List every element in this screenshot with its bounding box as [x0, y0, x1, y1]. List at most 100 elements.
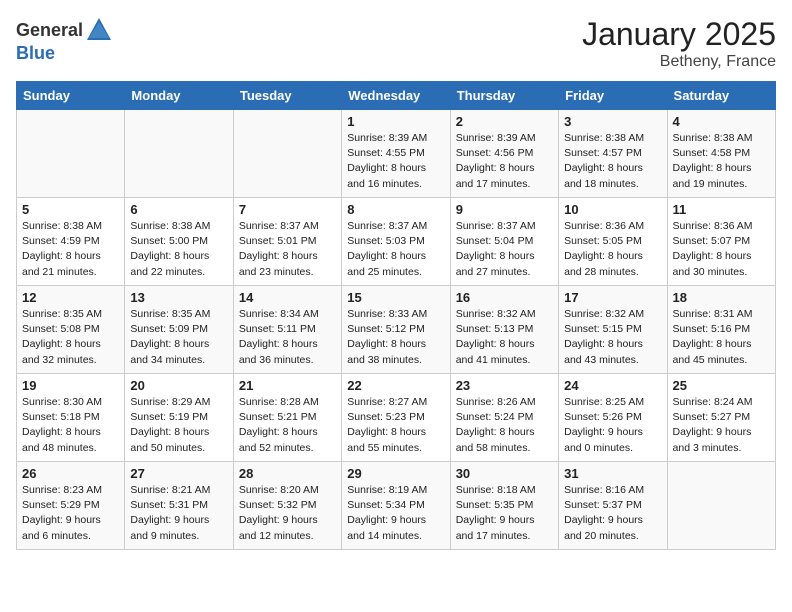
day-number: 6 [130, 202, 227, 217]
calendar-cell: 11 Sunrise: 8:36 AM Sunset: 5:07 PM Dayli… [667, 198, 775, 286]
calendar-cell: 3 Sunrise: 8:38 AM Sunset: 4:57 PM Daylig… [559, 110, 667, 198]
day-number: 31 [564, 466, 661, 481]
page-subtitle: Betheny, France [582, 53, 776, 71]
day-number: 16 [456, 290, 553, 305]
day-number: 3 [564, 114, 661, 129]
day-number: 21 [239, 378, 336, 393]
day-number: 8 [347, 202, 444, 217]
calendar-cell [17, 110, 125, 198]
header-friday: Friday [559, 82, 667, 110]
calendar-cell: 8 Sunrise: 8:37 AM Sunset: 5:03 PM Daylig… [342, 198, 450, 286]
calendar-cell [125, 110, 233, 198]
day-info: Sunrise: 8:37 AM Sunset: 5:03 PM Dayligh… [347, 220, 427, 278]
day-info: Sunrise: 8:29 AM Sunset: 5:19 PM Dayligh… [130, 396, 210, 454]
logo: General Blue [16, 16, 113, 64]
calendar-week-row: 12 Sunrise: 8:35 AM Sunset: 5:08 PM Dayli… [17, 286, 776, 374]
day-info: Sunrise: 8:31 AM Sunset: 5:16 PM Dayligh… [673, 308, 753, 366]
day-number: 12 [22, 290, 119, 305]
header: General Blue January 2025 Betheny, Franc… [16, 16, 776, 71]
header-thursday: Thursday [450, 82, 558, 110]
calendar-table: Sunday Monday Tuesday Wednesday Thursday… [16, 81, 776, 550]
day-number: 27 [130, 466, 227, 481]
calendar-cell: 28 Sunrise: 8:20 AM Sunset: 5:32 PM Dayli… [233, 462, 341, 550]
day-info: Sunrise: 8:35 AM Sunset: 5:08 PM Dayligh… [22, 308, 102, 366]
day-number: 24 [564, 378, 661, 393]
day-info: Sunrise: 8:34 AM Sunset: 5:11 PM Dayligh… [239, 308, 319, 366]
day-number: 25 [673, 378, 770, 393]
day-info: Sunrise: 8:18 AM Sunset: 5:35 PM Dayligh… [456, 484, 536, 542]
day-number: 1 [347, 114, 444, 129]
day-info: Sunrise: 8:20 AM Sunset: 5:32 PM Dayligh… [239, 484, 319, 542]
day-number: 13 [130, 290, 227, 305]
day-number: 11 [673, 202, 770, 217]
day-info: Sunrise: 8:32 AM Sunset: 5:15 PM Dayligh… [564, 308, 644, 366]
logo-general: General [16, 21, 83, 39]
day-number: 7 [239, 202, 336, 217]
day-info: Sunrise: 8:30 AM Sunset: 5:18 PM Dayligh… [22, 396, 102, 454]
day-number: 23 [456, 378, 553, 393]
calendar-cell: 2Sunrise: 8:39 AM Sunset: 4:56 PM Daylig… [450, 110, 558, 198]
day-number: 19 [22, 378, 119, 393]
calendar-cell: 14 Sunrise: 8:34 AM Sunset: 5:11 PM Dayli… [233, 286, 341, 374]
calendar-cell: 24 Sunrise: 8:25 AM Sunset: 5:26 PM Dayli… [559, 374, 667, 462]
calendar-cell: 6 Sunrise: 8:38 AM Sunset: 5:00 PM Daylig… [125, 198, 233, 286]
page-title: January 2025 [582, 16, 776, 53]
calendar-cell: 26 Sunrise: 8:23 AM Sunset: 5:29 PM Dayli… [17, 462, 125, 550]
calendar-cell: 5Sunrise: 8:38 AM Sunset: 4:59 PM Daylig… [17, 198, 125, 286]
page-container: General Blue January 2025 Betheny, Franc… [0, 0, 792, 558]
header-wednesday: Wednesday [342, 82, 450, 110]
day-number: 17 [564, 290, 661, 305]
calendar-cell [233, 110, 341, 198]
calendar-week-row: 1 Sunrise: 8:39 AM Sunset: 4:55 PM Daylig… [17, 110, 776, 198]
day-info: Sunrise: 8:36 AM Sunset: 5:05 PM Dayligh… [564, 220, 644, 278]
calendar-cell: 9Sunrise: 8:37 AM Sunset: 5:04 PM Daylig… [450, 198, 558, 286]
calendar-cell: 29Sunrise: 8:19 AM Sunset: 5:34 PM Dayli… [342, 462, 450, 550]
day-info: Sunrise: 8:38 AM Sunset: 5:00 PM Dayligh… [130, 220, 210, 278]
calendar-cell: 15Sunrise: 8:33 AM Sunset: 5:12 PM Dayli… [342, 286, 450, 374]
calendar-cell: 10Sunrise: 8:36 AM Sunset: 5:05 PM Dayli… [559, 198, 667, 286]
calendar-cell: 17 Sunrise: 8:32 AM Sunset: 5:15 PM Dayli… [559, 286, 667, 374]
day-info: Sunrise: 8:38 AM Sunset: 4:57 PM Dayligh… [564, 132, 644, 190]
calendar-week-row: 19 Sunrise: 8:30 AM Sunset: 5:18 PM Dayli… [17, 374, 776, 462]
day-info: Sunrise: 8:37 AM Sunset: 5:01 PM Dayligh… [239, 220, 319, 278]
calendar-cell: 18 Sunrise: 8:31 AM Sunset: 5:16 PM Dayli… [667, 286, 775, 374]
day-number: 26 [22, 466, 119, 481]
day-info: Sunrise: 8:23 AM Sunset: 5:29 PM Dayligh… [22, 484, 102, 542]
calendar-cell: 21Sunrise: 8:28 AM Sunset: 5:21 PM Dayli… [233, 374, 341, 462]
day-info: Sunrise: 8:21 AM Sunset: 5:31 PM Dayligh… [130, 484, 210, 542]
calendar-cell: 22 Sunrise: 8:27 AM Sunset: 5:23 PM Dayli… [342, 374, 450, 462]
day-number: 2 [456, 114, 553, 129]
calendar-cell: 4 Sunrise: 8:38 AM Sunset: 4:58 PM Daylig… [667, 110, 775, 198]
day-number: 22 [347, 378, 444, 393]
header-monday: Monday [125, 82, 233, 110]
header-tuesday: Tuesday [233, 82, 341, 110]
day-info: Sunrise: 8:36 AM Sunset: 5:07 PM Dayligh… [673, 220, 753, 278]
calendar-header-row: Sunday Monday Tuesday Wednesday Thursday… [17, 82, 776, 110]
day-number: 28 [239, 466, 336, 481]
day-number: 18 [673, 290, 770, 305]
day-info: Sunrise: 8:38 AM Sunset: 4:58 PM Dayligh… [673, 132, 753, 190]
day-number: 29 [347, 466, 444, 481]
calendar-cell: 7 Sunrise: 8:37 AM Sunset: 5:01 PM Daylig… [233, 198, 341, 286]
calendar-cell: 30 Sunrise: 8:18 AM Sunset: 5:35 PM Dayli… [450, 462, 558, 550]
header-saturday: Saturday [667, 82, 775, 110]
day-number: 20 [130, 378, 227, 393]
day-info: Sunrise: 8:16 AM Sunset: 5:37 PM Dayligh… [564, 484, 644, 542]
day-info: Sunrise: 8:25 AM Sunset: 5:26 PM Dayligh… [564, 396, 644, 454]
day-number: 15 [347, 290, 444, 305]
calendar-cell: 23 Sunrise: 8:26 AM Sunset: 5:24 PM Dayli… [450, 374, 558, 462]
day-number: 4 [673, 114, 770, 129]
day-number: 30 [456, 466, 553, 481]
calendar-cell: 12 Sunrise: 8:35 AM Sunset: 5:08 PM Dayli… [17, 286, 125, 374]
calendar-week-row: 5Sunrise: 8:38 AM Sunset: 4:59 PM Daylig… [17, 198, 776, 286]
day-info: Sunrise: 8:24 AM Sunset: 5:27 PM Dayligh… [673, 396, 753, 454]
day-info: Sunrise: 8:27 AM Sunset: 5:23 PM Dayligh… [347, 396, 427, 454]
day-info: Sunrise: 8:26 AM Sunset: 5:24 PM Dayligh… [456, 396, 536, 454]
calendar-cell: 20 Sunrise: 8:29 AM Sunset: 5:19 PM Dayli… [125, 374, 233, 462]
calendar-cell: 16Sunrise: 8:32 AM Sunset: 5:13 PM Dayli… [450, 286, 558, 374]
day-info: Sunrise: 8:39 AM Sunset: 4:55 PM Dayligh… [347, 132, 427, 190]
day-number: 14 [239, 290, 336, 305]
header-sunday: Sunday [17, 82, 125, 110]
day-info: Sunrise: 8:35 AM Sunset: 5:09 PM Dayligh… [130, 308, 210, 366]
day-info: Sunrise: 8:38 AM Sunset: 4:59 PM Dayligh… [22, 220, 102, 278]
